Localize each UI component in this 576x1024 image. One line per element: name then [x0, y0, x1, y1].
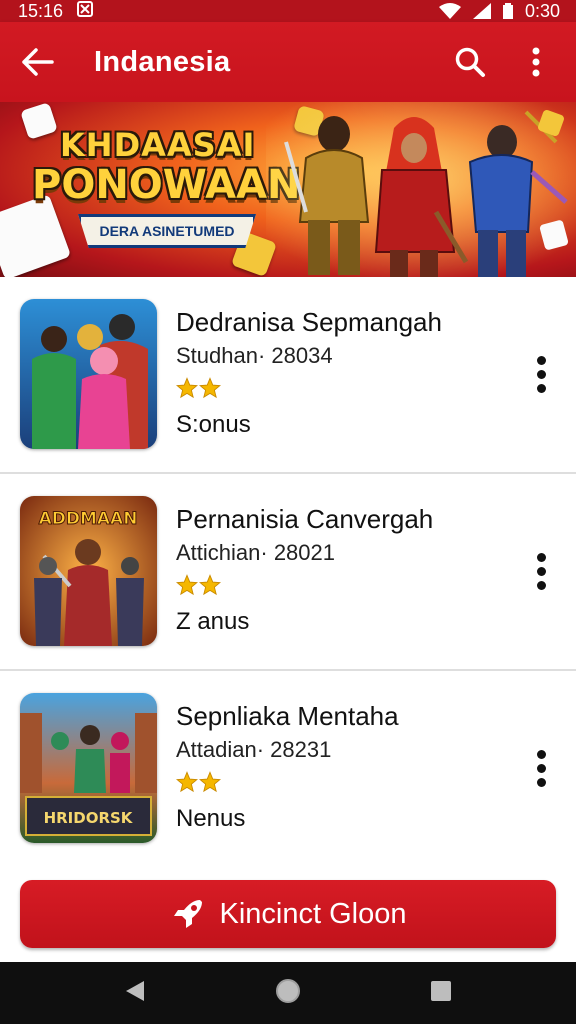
signal-icon — [472, 3, 491, 19]
page-title: Indanesia — [94, 45, 231, 78]
overflow-menu-button[interactable] — [514, 40, 558, 84]
game-studio: Studhan· 28034 — [176, 343, 333, 368]
list-item[interactable]: ADDMAAN Pernanisia Canvergah Attichian· … — [0, 474, 576, 671]
list-item[interactable]: Dedranisa Sepmangah Studhan· 28034 S:onu… — [0, 277, 576, 474]
game-studio: Attadian· 28231 — [176, 737, 332, 762]
game-list: Dedranisa Sepmangah Studhan· 28034 S:onu… — [0, 277, 576, 868]
notification-icon — [77, 0, 94, 22]
banner-heroes-illustration — [266, 102, 576, 277]
game-thumbnail: HRIDORSK — [20, 693, 157, 843]
nav-back-button[interactable] — [124, 979, 146, 1008]
banner-ribbon: DERA ASINETUMED — [78, 214, 256, 248]
game-title: Pernanisia Canvergah — [176, 504, 434, 534]
game-title: Dedranisa Sepmangah — [176, 307, 442, 337]
star-icon — [199, 574, 221, 596]
item-menu-button[interactable] — [526, 349, 556, 399]
banner-logo-line1: KHDAASAI — [60, 126, 256, 164]
square-recent-icon — [430, 980, 451, 1001]
star-icon — [199, 377, 221, 399]
star-rating — [176, 574, 221, 596]
star-icon — [176, 377, 198, 399]
status-bar: 15:16 0:30 — [0, 0, 576, 22]
circle-home-icon — [275, 978, 300, 1003]
wifi-icon — [438, 3, 461, 19]
primary-cta-button[interactable]: Kincinct Gloon — [20, 880, 556, 948]
promo-banner[interactable]: KHDAASAI PONOWAAN DERA ASINETUMED — [0, 102, 576, 277]
back-button[interactable] — [18, 42, 58, 82]
star-icon — [176, 574, 198, 596]
triangle-back-icon — [126, 980, 145, 1001]
more-vert-icon — [536, 552, 546, 562]
app-bar: Indanesia — [0, 22, 576, 102]
thumbnail-title: ADDMAAN — [39, 509, 138, 529]
star-rating — [176, 771, 221, 793]
cta-label: Kincinct Gloon — [219, 897, 407, 930]
star-icon — [199, 771, 221, 793]
game-bonus: Nenus — [176, 805, 246, 832]
game-thumbnail — [20, 299, 157, 449]
more-vert-icon — [532, 47, 540, 77]
nav-home-button[interactable] — [275, 978, 301, 1009]
bottom-action-area: Kincinct Gloon — [0, 866, 576, 962]
game-studio: Attichian· 28021 — [176, 540, 335, 565]
thumbnail-title: HRIDORSK — [44, 809, 134, 827]
star-icon — [176, 771, 198, 793]
more-vert-icon — [536, 355, 546, 365]
item-menu-button[interactable] — [526, 546, 556, 596]
game-bonus: S:onus — [176, 411, 251, 438]
arrow-left-icon — [22, 48, 54, 76]
system-nav-bar — [0, 962, 576, 1024]
game-bonus: Z anus — [176, 608, 250, 635]
rocket-icon — [173, 900, 202, 928]
status-clock: 0:30 — [524, 0, 560, 21]
banner-logo: KHDAASAI PONOWAAN DERA ASINETUMED — [24, 118, 301, 258]
nav-recent-button[interactable] — [430, 980, 452, 1007]
battery-icon — [502, 3, 513, 19]
more-vert-icon — [536, 749, 546, 759]
item-menu-button[interactable] — [526, 743, 556, 793]
search-icon — [455, 47, 485, 77]
star-rating — [176, 377, 221, 399]
search-button[interactable] — [448, 40, 492, 84]
banner-logo-line2: PONOWAAN — [32, 162, 301, 208]
status-time: 15:16 — [18, 0, 64, 21]
game-title: Sepnliaka Mentaha — [176, 701, 399, 731]
list-item[interactable]: HRIDORSK Sepnliaka Mentaha Attadian· 282… — [0, 671, 576, 868]
game-thumbnail: ADDMAAN — [20, 496, 157, 646]
